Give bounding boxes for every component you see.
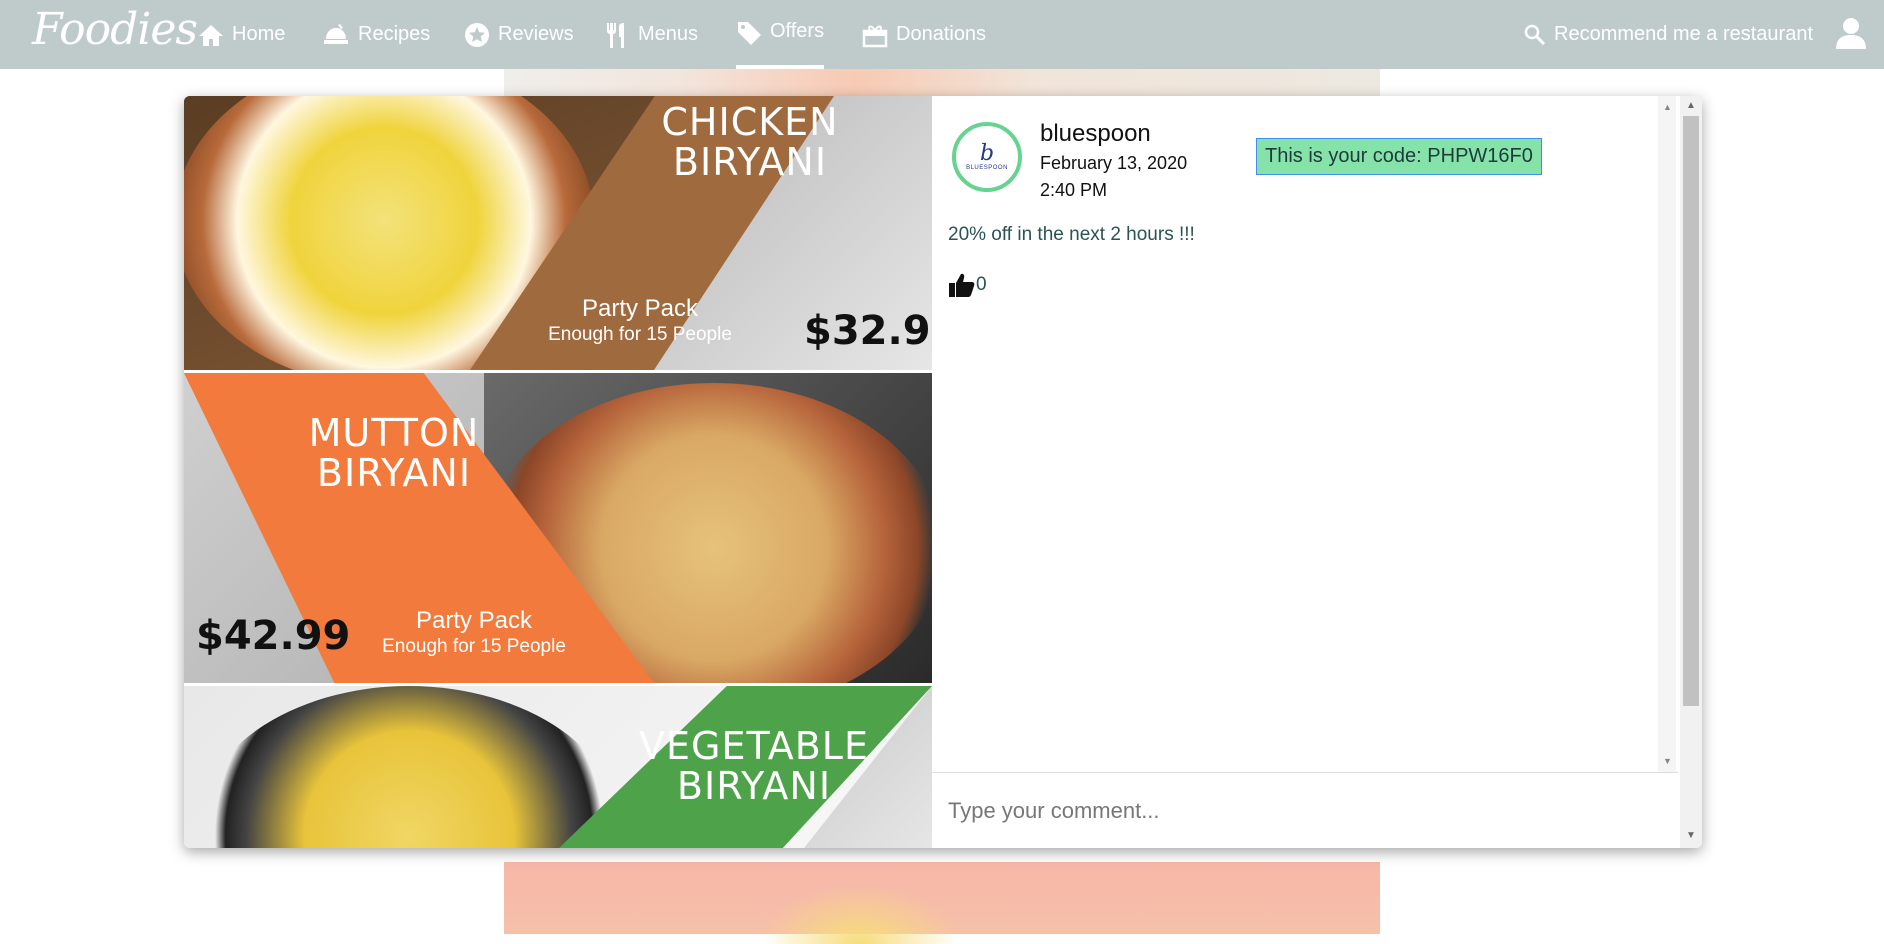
mutton-price: $42.99: [196, 613, 351, 659]
mutton-title: MUTTON BIRYANI: [308, 411, 480, 495]
thumbs-up-icon: [949, 273, 975, 297]
like-button[interactable]: 0: [948, 272, 987, 298]
vegetable-title: VEGETABLE BIRYANI: [639, 724, 869, 808]
logo[interactable]: Foodies: [32, 4, 198, 55]
nav-menus-label: Menus: [638, 23, 699, 45]
tag-icon: [738, 22, 761, 45]
search-icon: [1524, 24, 1546, 45]
offer-details: b BLUESPOON bluespoon February 13, 2020 …: [932, 96, 1702, 848]
nav-offers[interactable]: Offers: [736, 0, 825, 69]
mutton-pack: Party Pack Enough for 15 People: [382, 607, 566, 658]
modal-scrollbar[interactable]: ▲ ▼: [1680, 96, 1702, 848]
avatar[interactable]: b BLUESPOON: [952, 122, 1022, 192]
nav-reviews-label: Reviews: [498, 23, 574, 45]
nav-donations[interactable]: Donations: [862, 0, 986, 69]
recommend-restaurant-button[interactable]: Recommend me a restaurant: [1524, 0, 1813, 69]
avatar-brand: BLUESPOON: [966, 165, 1008, 171]
user-icon: [1836, 18, 1866, 49]
banner-mutton-biryani: MUTTON BIRYANI Party Pack Enough for 15 Pe…: [184, 373, 932, 683]
recipe-icon: [324, 23, 348, 44]
star-icon: [465, 22, 489, 47]
offer-modal: CHICKEN BIRYANI Party Pack Enough for 15 P…: [184, 96, 1702, 848]
offer-image: CHICKEN BIRYANI Party Pack Enough for 15 P…: [184, 96, 932, 848]
post-date: February 13, 2020 2:40 PM: [1040, 153, 1188, 200]
flame-graphic: [760, 884, 960, 944]
nav-offers-label: Offers: [770, 20, 825, 42]
banner-chicken-biryani: CHICKEN BIRYANI Party Pack Enough for 15 P…: [184, 96, 932, 370]
like-count: 0: [976, 274, 987, 295]
utensils-icon: [607, 22, 624, 48]
nav-home[interactable]: Home: [198, 0, 285, 69]
offer-text: 20% off in the next 2 hours !!!: [948, 224, 1195, 245]
gift-icon: [862, 25, 888, 47]
scroll-up-arrow-icon[interactable]: ▲: [1686, 100, 1696, 111]
nav-recipes[interactable]: Recipes: [322, 0, 430, 69]
banner-vegetable-biryani: VEGETABLE BIRYANI: [184, 686, 932, 848]
author-name[interactable]: bluespoon: [1040, 120, 1151, 148]
scroll-down-arrow-icon[interactable]: ▼: [1663, 756, 1672, 766]
post-scrollbar[interactable]: ▲ ▼: [1658, 96, 1676, 772]
nav-donations-label: Donations: [896, 23, 987, 45]
home-icon: [199, 24, 223, 46]
comment-input[interactable]: [932, 773, 1678, 848]
nav-home-label: Home: [232, 23, 286, 45]
scrollbar-thumb[interactable]: [1683, 116, 1699, 706]
chicken-price: $32.99: [804, 308, 932, 354]
avatar-mark: b: [979, 141, 995, 166]
recommend-label: Recommend me a restaurant: [1554, 23, 1814, 45]
nav-recipes-label: Recipes: [358, 23, 431, 45]
chicken-title: CHICKEN BIRYANI: [661, 100, 839, 184]
offer-code-badge: This is your code: PHPW16F0: [1256, 138, 1542, 175]
vegetable-biryani-dish: [194, 686, 624, 848]
chicken-pack: Party Pack Enough for 15 People: [548, 295, 732, 346]
user-menu[interactable]: [1834, 16, 1868, 55]
comment-box: [932, 772, 1678, 848]
post-content: b BLUESPOON bluespoon February 13, 2020 …: [932, 96, 1656, 772]
nav-reviews[interactable]: Reviews: [464, 0, 574, 69]
navbar: Foodies Home Recipes Reviews Menus Offer…: [0, 0, 1884, 69]
nav-menus[interactable]: Menus: [604, 0, 698, 69]
scroll-up-arrow-icon[interactable]: ▲: [1663, 102, 1672, 112]
scroll-down-arrow-icon[interactable]: ▼: [1686, 830, 1696, 841]
